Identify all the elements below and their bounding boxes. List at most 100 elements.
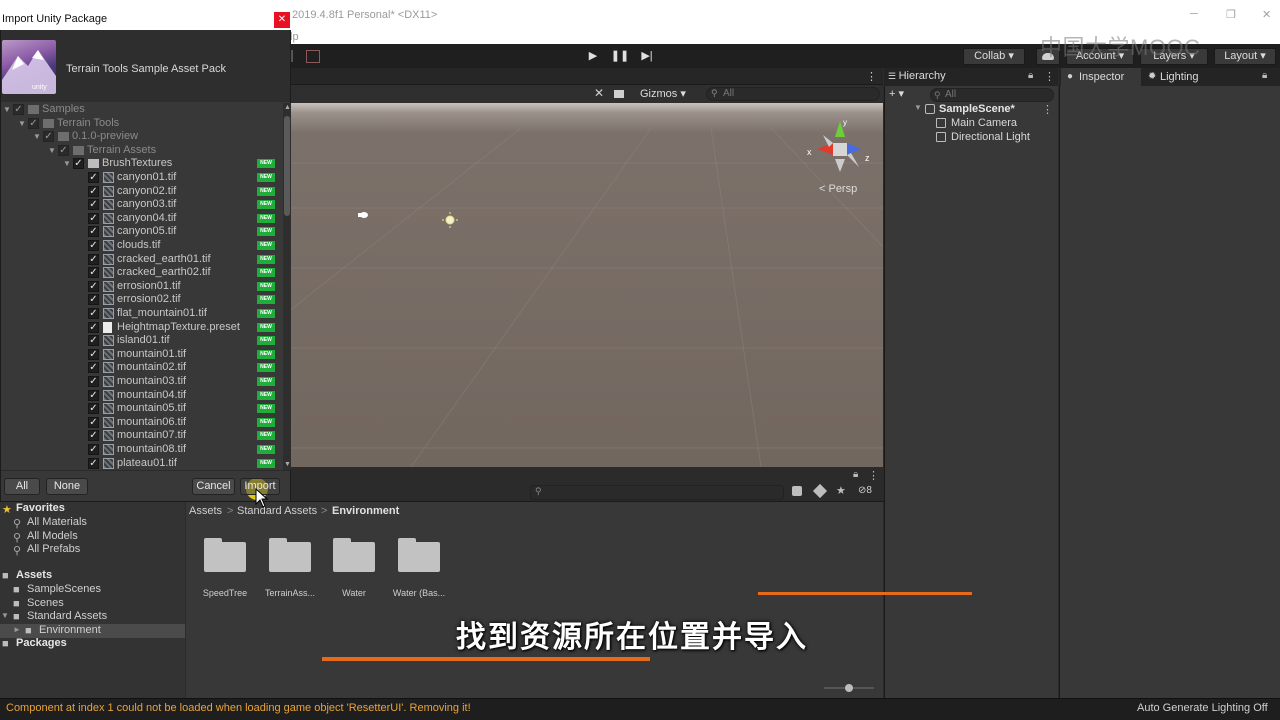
folder-asset[interactable]: SpeedTree	[197, 538, 253, 598]
tab-inspector[interactable]: ● Inspector	[1061, 68, 1141, 86]
include-checkbox[interactable]: ✓	[28, 117, 39, 129]
panel-menu-icon[interactable]: ⋮	[868, 469, 879, 482]
camera-gizmo-icon[interactable]	[358, 212, 368, 218]
project-tree-item[interactable]: ▼ ■ Standard Assets	[0, 610, 185, 624]
cancel-button[interactable]: Cancel	[192, 478, 235, 495]
package-tree-row[interactable]: ✓ clouds.tif NEW	[1, 239, 283, 253]
orientation-gizmo[interactable]: x z y	[805, 117, 875, 177]
package-tree-row[interactable]: ▼ ✓ BrushTextures NEW	[1, 157, 283, 171]
lock-icon[interactable]: 🔒︎	[853, 469, 858, 480]
include-checkbox[interactable]: ✓	[88, 389, 99, 401]
include-checkbox[interactable]: ✓	[88, 253, 99, 265]
include-checkbox[interactable]: ✓	[88, 321, 99, 333]
select-all-button[interactable]: All	[4, 478, 40, 495]
package-tree-row[interactable]: ✓ canyon03.tif NEW	[1, 198, 283, 212]
tab-lighting[interactable]: ✹ Lighting	[1146, 68, 1226, 86]
minimize-button[interactable]: ─	[1190, 8, 1198, 20]
step-button[interactable]: ▶|	[634, 48, 660, 65]
play-button[interactable]: ▶	[580, 48, 606, 65]
light-gizmo-icon[interactable]	[442, 212, 458, 228]
project-tree-item[interactable]: ■ Scenes	[0, 597, 185, 611]
lock-icon[interactable]: 🔒︎	[1028, 70, 1033, 81]
include-checkbox[interactable]: ✓	[88, 185, 99, 197]
include-checkbox[interactable]: ✓	[88, 172, 99, 183]
tools-icon[interactable]: ✕	[594, 86, 604, 100]
package-tree-row[interactable]: ▼ ✓ 0.1.0-preview	[1, 130, 283, 144]
tab-hierarchy[interactable]: ☰ Hierarchy	[888, 70, 946, 82]
breadcrumb-standard-assets[interactable]: Standard Assets	[237, 505, 317, 517]
menu-help[interactable]: lp	[290, 31, 299, 43]
expand-arrow-icon[interactable]: ▼	[914, 103, 922, 112]
scroll-up-icon[interactable]: ▲	[284, 104, 291, 111]
package-tree-row[interactable]: ✓ canyon04.tif NEW	[1, 212, 283, 226]
package-tree-row[interactable]: ✓ mountain06.tif NEW	[1, 416, 283, 430]
include-checkbox[interactable]: ✓	[88, 403, 99, 415]
include-checkbox[interactable]: ✓	[43, 131, 54, 143]
hierarchy-search-input[interactable]: ⚲ All	[930, 88, 1054, 102]
include-checkbox[interactable]: ✓	[88, 308, 99, 319]
dialog-scroll-thumb[interactable]	[284, 116, 290, 216]
package-tree-row[interactable]: ✓ mountain01.tif NEW	[1, 348, 283, 362]
package-tree-row[interactable]: ✓ mountain07.tif NEW	[1, 429, 283, 443]
include-checkbox[interactable]: ✓	[88, 335, 99, 347]
lighting-status[interactable]: Auto Generate Lighting Off	[1137, 702, 1268, 714]
package-tree-row[interactable]: ✓ cracked_earth02.tif NEW	[1, 266, 283, 280]
expand-arrow-icon[interactable]: ▼	[3, 103, 11, 116]
select-none-button[interactable]: None	[46, 478, 88, 495]
include-checkbox[interactable]: ✓	[88, 362, 99, 374]
favorite-item[interactable]: ⚲ All Materials	[0, 516, 185, 530]
collab-dropdown[interactable]: Collab ▾	[963, 48, 1025, 65]
close-window-button[interactable]: ✕	[1262, 8, 1271, 21]
breadcrumb-assets[interactable]: Assets	[189, 505, 222, 517]
folder-asset[interactable]: Water (Bas...	[391, 538, 447, 598]
scene-menu-icon[interactable]: ⋮	[866, 70, 877, 83]
package-tree-row[interactable]: ✓ errosion02.tif NEW	[1, 293, 283, 307]
scene-search-input[interactable]: ⚲ All	[706, 87, 880, 101]
include-checkbox[interactable]: ✓	[88, 226, 99, 238]
breadcrumb-environment[interactable]: Environment	[332, 505, 399, 517]
zoom-slider-handle[interactable]	[845, 684, 853, 692]
include-checkbox[interactable]: ✓	[88, 199, 99, 211]
include-checkbox[interactable]: ✓	[88, 457, 99, 469]
dialog-close-button[interactable]: ✕	[274, 12, 290, 28]
include-checkbox[interactable]: ✓	[58, 144, 69, 156]
pause-button[interactable]: ❚❚	[607, 48, 633, 65]
expand-arrow-icon[interactable]: ▼	[1, 611, 9, 620]
expand-arrow-icon[interactable]: ▼	[48, 144, 56, 157]
package-tree-row[interactable]: ✓ mountain02.tif NEW	[1, 361, 283, 375]
package-tree-row[interactable]: ✓ canyon05.tif NEW	[1, 225, 283, 239]
console-warning-message[interactable]: Component at index 1 could not be loaded…	[6, 702, 471, 714]
packages-folder[interactable]: ■ Packages	[0, 637, 185, 651]
favorite-star-icon[interactable]: ★	[836, 484, 846, 497]
folder-asset[interactable]: Water	[326, 538, 382, 598]
package-tree-row[interactable]: ▼ ✓ Terrain Assets	[1, 144, 283, 158]
scene-viewport[interactable]: x z y < Persp	[291, 103, 883, 467]
favorite-item[interactable]: ⚲ All Prefabs	[0, 543, 185, 557]
lock-icon[interactable]: 🔒︎	[1262, 70, 1267, 81]
include-checkbox[interactable]: ✓	[88, 444, 99, 455]
package-tree-row[interactable]: ✓ island01.tif NEW	[1, 334, 283, 348]
hidden-packages-toggle[interactable]: ⊘8	[858, 485, 872, 496]
include-checkbox[interactable]: ✓	[88, 212, 99, 224]
camera-dropdown[interactable]	[614, 87, 636, 100]
include-checkbox[interactable]: ✓	[88, 348, 99, 360]
include-checkbox[interactable]: ✓	[88, 267, 99, 279]
favorites-header[interactable]: ★ Favorites	[0, 502, 185, 516]
filter-type-icon[interactable]	[792, 486, 802, 496]
package-tree-row[interactable]: ▼ ✓ Terrain Tools	[1, 117, 283, 131]
gizmos-dropdown[interactable]: Gizmos ▾	[640, 87, 698, 101]
panel-menu-icon[interactable]: ⋮	[1044, 70, 1055, 83]
include-checkbox[interactable]: ✓	[88, 280, 99, 292]
package-tree-row[interactable]: ✓ mountain03.tif NEW	[1, 375, 283, 389]
expand-arrow-icon[interactable]: ▼	[18, 117, 26, 130]
package-tree-row[interactable]: ✓ canyon02.tif NEW	[1, 185, 283, 199]
package-tree-row[interactable]: ✓ mountain08.tif NEW	[1, 443, 283, 457]
package-tree-row[interactable]: ✓ flat_mountain01.tif NEW	[1, 307, 283, 321]
package-tree-row[interactable]: ▼ ✓ Samples	[1, 103, 283, 117]
expand-arrow-icon[interactable]: ▼	[33, 130, 41, 143]
expand-arrow-icon[interactable]: ►	[13, 625, 21, 634]
include-checkbox[interactable]: ✓	[88, 294, 99, 306]
project-search-input[interactable]: ⚲	[530, 485, 784, 500]
layout-dropdown[interactable]: Layout ▾	[1214, 48, 1276, 65]
tree-item-selected[interactable]: ► ■ Environment	[0, 623, 185, 638]
